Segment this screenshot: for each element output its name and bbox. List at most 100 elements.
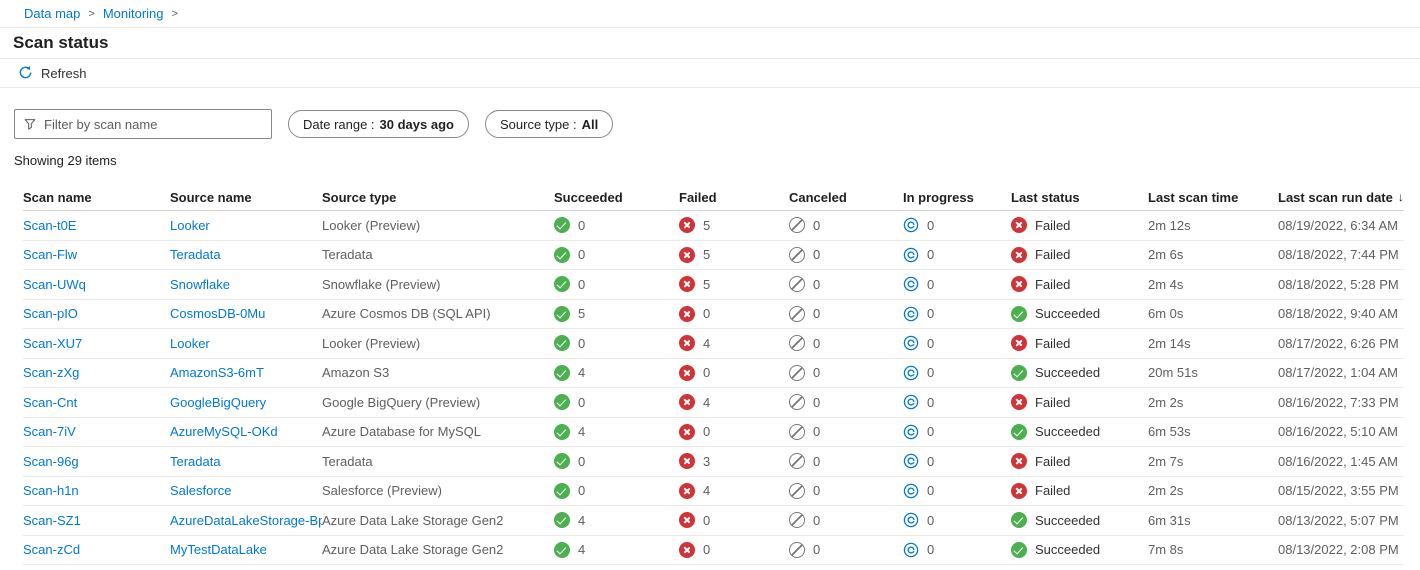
in-progress-cell: 0 xyxy=(903,365,1011,381)
source-name-link[interactable]: AzureMySQL-OKd xyxy=(170,424,322,439)
source-name-link[interactable]: GoogleBigQuery xyxy=(170,395,322,410)
scan-name-link[interactable]: Scan-zXg xyxy=(23,365,170,380)
table-row[interactable]: Scan-zXg AmazonS3-6mT Amazon S3 4 0 0 0 xyxy=(23,359,1404,389)
last-status-label: Failed xyxy=(1035,247,1070,262)
scan-name-link[interactable]: Scan-Cnt xyxy=(23,395,170,410)
column-header-failed[interactable]: Failed xyxy=(679,190,789,205)
last-status-label: Failed xyxy=(1035,277,1070,292)
source-name-link[interactable]: Looker xyxy=(170,336,322,351)
table-row[interactable]: Scan-pIO CosmosDB-0Mu Azure Cosmos DB (S… xyxy=(23,300,1404,330)
column-header-in-progress[interactable]: In progress xyxy=(903,190,1011,205)
failed-cell: 4 xyxy=(679,394,789,410)
column-header-scan-name[interactable]: Scan name xyxy=(23,190,170,205)
breadcrumb-link-data-map[interactable]: Data map xyxy=(24,6,80,21)
last-scan-run-date-cell: 08/19/2022, 6:34 AM xyxy=(1278,218,1404,233)
failed-cell: 4 xyxy=(679,483,789,499)
column-header-source-type[interactable]: Source type xyxy=(322,190,554,205)
table-row[interactable]: Scan-SZ1 AzureDataLakeStorage-Bpb Azure … xyxy=(23,506,1404,536)
table-row[interactable]: Scan-zCd MyTestDataLake Azure Data Lake … xyxy=(23,536,1404,566)
table-row[interactable]: Scan-7iV AzureMySQL-OKd Azure Database f… xyxy=(23,418,1404,448)
column-header-canceled[interactable]: Canceled xyxy=(789,190,903,205)
scan-name-link[interactable]: Scan-zCd xyxy=(23,542,170,557)
canceled-cell: 0 xyxy=(789,217,903,233)
failed-icon xyxy=(679,542,695,558)
table-row[interactable]: Scan-Flw Teradata Teradata 0 5 0 0 xyxy=(23,241,1404,271)
scan-name-filter-input[interactable] xyxy=(44,117,263,132)
succeeded-cell: 0 xyxy=(554,483,679,499)
status-failed-icon xyxy=(1011,276,1027,292)
source-name-link[interactable]: MyTestDataLake xyxy=(170,542,322,557)
scan-name-link[interactable]: Scan-t0E xyxy=(23,218,170,233)
column-header-label: Source name xyxy=(170,190,252,205)
source-name-link[interactable]: AzureDataLakeStorage-Bpb xyxy=(170,513,322,528)
scan-name-link[interactable]: Scan-h1n xyxy=(23,483,170,498)
succeeded-count: 0 xyxy=(578,395,585,410)
status-succeeded-icon xyxy=(1011,306,1027,322)
source-name-link[interactable]: AmazonS3-6mT xyxy=(170,365,322,380)
last-status-cell: Failed xyxy=(1011,247,1148,263)
table-row[interactable]: Scan-UWq Snowflake Snowflake (Preview) 0… xyxy=(23,270,1404,300)
failed-icon xyxy=(679,512,695,528)
succeeded-count: 4 xyxy=(578,542,585,557)
source-name-link[interactable]: Snowflake xyxy=(170,277,322,292)
last-scan-time-cell: 6m 31s xyxy=(1148,513,1278,528)
canceled-cell: 0 xyxy=(789,542,903,558)
table-row[interactable]: Scan-h1n Salesforce Salesforce (Preview)… xyxy=(23,477,1404,507)
scan-name-link[interactable]: Scan-96g xyxy=(23,454,170,469)
last-status-label: Succeeded xyxy=(1035,542,1100,557)
refresh-button[interactable]: Refresh xyxy=(14,59,97,87)
last-scan-run-date-cell: 08/16/2022, 5:10 AM xyxy=(1278,424,1404,439)
last-status-label: Failed xyxy=(1035,336,1070,351)
scan-name-link[interactable]: Scan-SZ1 xyxy=(23,513,170,528)
table-row[interactable]: Scan-96g Teradata Teradata 0 3 0 0 xyxy=(23,447,1404,477)
column-header-last-scan-time[interactable]: Last scan time xyxy=(1148,190,1278,205)
scan-name-link[interactable]: Scan-7iV xyxy=(23,424,170,439)
source-name-link[interactable]: CosmosDB-0Mu xyxy=(170,306,322,321)
column-header-label: Last status xyxy=(1011,190,1080,205)
last-status-cell: Failed xyxy=(1011,276,1148,292)
succeeded-count: 4 xyxy=(578,365,585,380)
table-row[interactable]: Scan-Cnt GoogleBigQuery Google BigQuery … xyxy=(23,388,1404,418)
last-status-cell: Succeeded xyxy=(1011,512,1148,528)
scan-name-filter[interactable] xyxy=(14,109,272,139)
scan-name-link[interactable]: Scan-XU7 xyxy=(23,336,170,351)
scan-name-link[interactable]: Scan-pIO xyxy=(23,306,170,321)
table-row[interactable]: Scan-XU7 Looker Looker (Preview) 0 4 0 0 xyxy=(23,329,1404,359)
succeeded-count: 0 xyxy=(578,277,585,292)
failed-count: 0 xyxy=(703,365,710,380)
succeeded-icon xyxy=(554,247,570,263)
column-header-last-scan-run-date[interactable]: Last scan run date ↓ xyxy=(1278,190,1404,205)
last-scan-time-cell: 2m 12s xyxy=(1148,218,1278,233)
source-name-link[interactable]: Teradata xyxy=(170,454,322,469)
succeeded-cell: 0 xyxy=(554,394,679,410)
column-header-succeeded[interactable]: Succeeded xyxy=(554,190,679,205)
source-name-link[interactable]: Looker xyxy=(170,218,322,233)
in-progress-icon xyxy=(903,453,919,469)
column-header-source-name[interactable]: Source name xyxy=(170,190,322,205)
breadcrumb-link-monitoring[interactable]: Monitoring xyxy=(103,6,164,21)
date-range-filter-pill[interactable]: Date range : 30 days ago xyxy=(288,110,469,138)
failed-icon xyxy=(679,365,695,381)
failed-icon xyxy=(679,394,695,410)
table-row[interactable]: Scan-t0E Looker Looker (Preview) 0 5 0 0 xyxy=(23,211,1404,241)
source-type-cell: Teradata xyxy=(322,454,554,469)
succeeded-icon xyxy=(554,335,570,351)
in-progress-count: 0 xyxy=(927,513,934,528)
failed-cell: 4 xyxy=(679,335,789,351)
canceled-count: 0 xyxy=(813,247,820,262)
source-name-link[interactable]: Teradata xyxy=(170,247,322,262)
last-status-label: Failed xyxy=(1035,454,1070,469)
failed-count: 5 xyxy=(703,277,710,292)
source-type-value: All xyxy=(582,117,599,132)
canceled-count: 0 xyxy=(813,218,820,233)
in-progress-cell: 0 xyxy=(903,424,1011,440)
scan-name-link[interactable]: Scan-Flw xyxy=(23,247,170,262)
succeeded-cell: 4 xyxy=(554,542,679,558)
scan-name-link[interactable]: Scan-UWq xyxy=(23,277,170,292)
source-type-filter-pill[interactable]: Source type : All xyxy=(485,110,613,138)
canceled-count: 0 xyxy=(813,336,820,351)
in-progress-count: 0 xyxy=(927,247,934,262)
date-range-value: 30 days ago xyxy=(380,117,454,132)
source-name-link[interactable]: Salesforce xyxy=(170,483,322,498)
column-header-last-status[interactable]: Last status xyxy=(1011,190,1148,205)
